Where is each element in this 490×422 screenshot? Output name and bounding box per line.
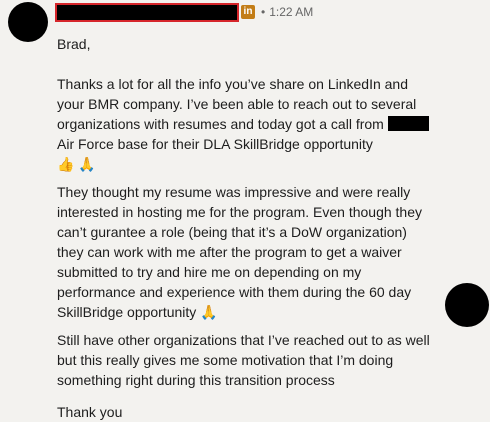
message-paragraph-1: Thanks a lot for all the info you’ve sha…	[57, 74, 435, 174]
sender-avatar[interactable]	[8, 2, 48, 42]
separator-dot: •	[261, 5, 266, 19]
linkedin-icon: in	[241, 5, 255, 19]
message-paragraph-2: They thought my resume was impressive an…	[57, 182, 435, 322]
message-body: Brad, Thanks a lot for all the info you’…	[57, 34, 435, 422]
praying-hands-icon: 🙏	[78, 157, 96, 174]
message-timestamp: 1:22 AM	[269, 5, 314, 19]
paragraph-2-text: They thought my resume was impressive an…	[57, 184, 422, 320]
recipient-avatar[interactable]	[445, 283, 489, 327]
praying-hands-icon: 🙏	[200, 305, 218, 322]
thumbs-up-icon: 👍	[57, 157, 75, 174]
paragraph-1-text: Thanks a lot for all the info you’ve sha…	[57, 76, 417, 132]
paragraph-1-text-continued: Air Force base for their DLA SkillBridge…	[57, 136, 373, 152]
redacted-sender-name[interactable]	[55, 2, 239, 22]
message-header: in • 1:22 AM	[55, 2, 313, 22]
greeting-text: Brad,	[57, 36, 91, 52]
closing-text: Thank you	[57, 404, 123, 420]
message-paragraph-3: Still have other organizations that I’ve…	[57, 332, 430, 388]
redacted-base-name	[387, 116, 429, 131]
